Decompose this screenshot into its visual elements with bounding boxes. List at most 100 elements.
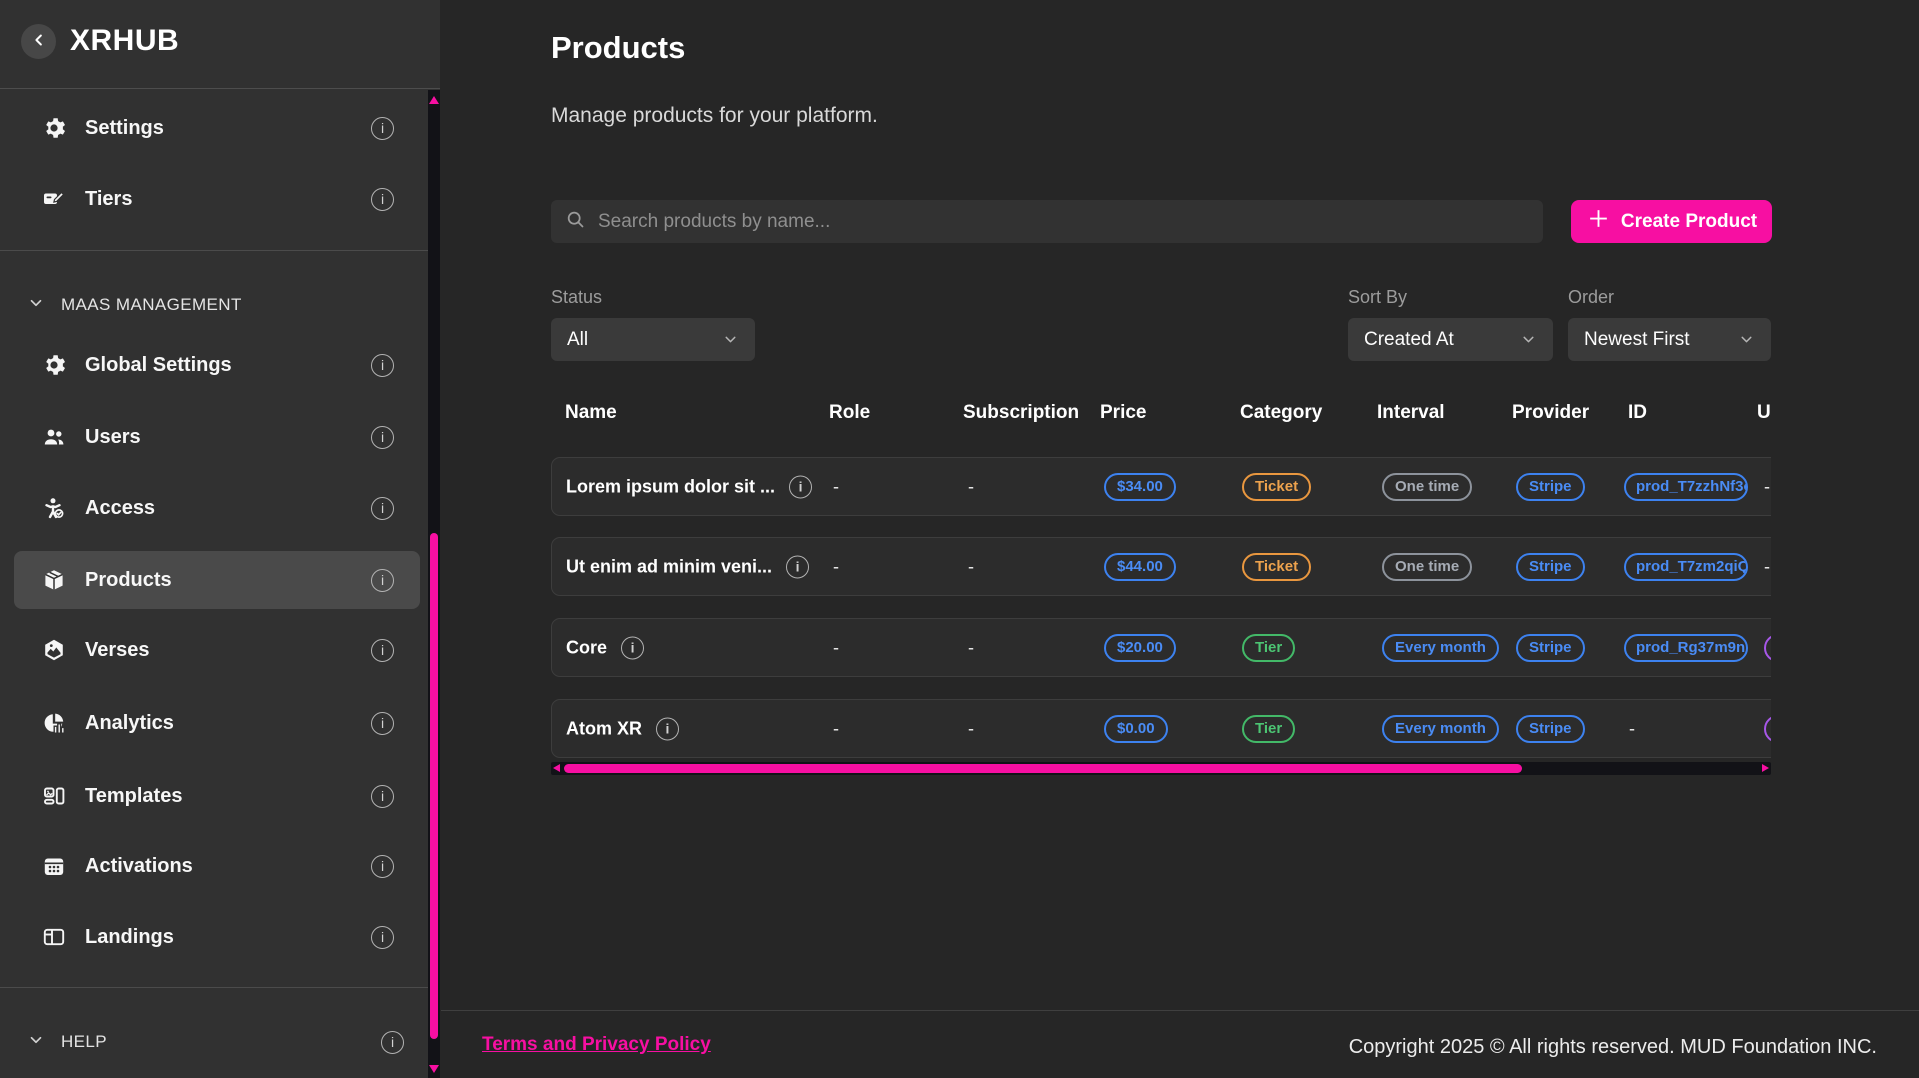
search-icon	[565, 209, 586, 235]
info-icon[interactable]	[371, 188, 394, 211]
product-id-badge: prod_T7zm2qiQ	[1624, 553, 1748, 581]
role-cell: -	[833, 476, 839, 497]
column-header-id: ID	[1628, 402, 1647, 424]
sidebar-item-verses[interactable]: Verses	[14, 621, 420, 679]
product-name-cell: Ut enim ad minim veni...	[566, 555, 809, 578]
pie-chart-icon	[42, 711, 66, 735]
sidebar-item-products[interactable]: Products	[14, 551, 420, 609]
info-icon[interactable]	[381, 1031, 404, 1054]
info-icon[interactable]	[371, 354, 394, 377]
column-header-price: Price	[1100, 402, 1146, 424]
sidebar-item-label: Verses	[85, 639, 150, 662]
sidebar-section-help[interactable]: HELP	[27, 1028, 404, 1056]
scroll-up-arrow-icon[interactable]	[429, 96, 439, 104]
sidebar-item-tiers[interactable]: Tiers	[14, 170, 420, 228]
chevron-left-icon	[30, 31, 48, 52]
column-header-subscription: Subscription	[963, 402, 1079, 424]
category-badge: Tier	[1242, 634, 1295, 662]
status-select[interactable]: All	[551, 318, 755, 361]
info-icon[interactable]	[371, 639, 394, 662]
order-select[interactable]: Newest First	[1568, 318, 1771, 361]
column-header-updated: U	[1757, 402, 1771, 424]
scroll-right-arrow-icon[interactable]	[1762, 764, 1769, 772]
products-table: Name Role Subscription Price Category In…	[551, 396, 1771, 780]
chevron-down-icon	[722, 331, 739, 348]
updated-badge-clipped	[1764, 634, 1771, 662]
product-name: Atom XR	[566, 718, 642, 739]
table-scrollbar-thumb[interactable]	[564, 764, 1522, 773]
sidebar-scrollbar[interactable]	[428, 90, 440, 1078]
info-icon[interactable]	[656, 717, 679, 740]
sidebar-item-activations[interactable]: Activations	[14, 837, 420, 895]
table-horizontal-scrollbar[interactable]	[551, 762, 1771, 775]
chevron-down-icon	[1738, 331, 1755, 348]
sidebar-header: XRHUB	[0, 0, 440, 89]
info-icon[interactable]	[371, 855, 394, 878]
sidebar-item-landings[interactable]: Landings	[14, 908, 420, 966]
sidebar-collapse-button[interactable]	[21, 24, 56, 59]
info-icon[interactable]	[371, 569, 394, 592]
product-name-cell: Atom XR	[566, 717, 679, 740]
scroll-down-arrow-icon[interactable]	[429, 1065, 439, 1073]
product-id-cell: -	[1629, 718, 1635, 739]
section-title: MAAS MANAGEMENT	[61, 295, 242, 315]
provider-badge: Stripe	[1516, 553, 1585, 581]
chevron-down-icon	[27, 294, 45, 317]
updated-badge-clipped	[1764, 715, 1771, 743]
table-row[interactable]: Lorem ipsum dolor sit ... - - $34.00 Tic…	[551, 457, 1771, 516]
scroll-left-arrow-icon[interactable]	[553, 764, 560, 772]
sidebar-item-label: Settings	[85, 117, 164, 140]
person-check-icon	[42, 496, 66, 520]
section-title: HELP	[61, 1032, 107, 1052]
product-name-cell: Core	[566, 636, 644, 659]
order-label: Order	[1568, 287, 1614, 308]
order-value: Newest First	[1584, 329, 1690, 351]
brand-title: XRHUB	[70, 24, 179, 58]
sidebar-item-users[interactable]: Users	[14, 408, 420, 466]
info-icon[interactable]	[371, 785, 394, 808]
calendar-icon	[42, 854, 66, 878]
provider-badge: Stripe	[1516, 715, 1585, 743]
sidebar-section-maas[interactable]: MAAS MANAGEMENT	[27, 291, 420, 319]
sidebar-item-access[interactable]: Access	[14, 479, 420, 537]
sidebar-item-label: Products	[85, 569, 172, 592]
create-product-label: Create Product	[1621, 211, 1757, 233]
sidebar-scrollbar-thumb[interactable]	[430, 533, 438, 1039]
sidebar-item-global-settings[interactable]: Global Settings	[14, 336, 420, 394]
price-badge: $20.00	[1104, 634, 1176, 662]
chevron-down-icon	[1520, 331, 1537, 348]
column-header-provider: Provider	[1512, 402, 1589, 424]
info-icon[interactable]	[371, 712, 394, 735]
info-icon[interactable]	[789, 475, 812, 498]
sidebar-item-settings[interactable]: Settings	[14, 99, 420, 157]
package-icon	[42, 568, 66, 592]
info-icon[interactable]	[786, 555, 809, 578]
sidebar-item-label: Users	[85, 426, 141, 449]
table-row[interactable]: Ut enim ad minim veni... - - $44.00 Tick…	[551, 537, 1771, 596]
terms-privacy-link[interactable]: Terms and Privacy Policy	[482, 1034, 711, 1056]
info-icon[interactable]	[371, 117, 394, 140]
table-row[interactable]: Core - - $20.00 Tier Every month Stripe …	[551, 618, 1771, 677]
page-subtitle: Manage products for your platform.	[551, 104, 878, 128]
info-icon[interactable]	[371, 426, 394, 449]
table-row[interactable]: Atom XR - - $0.00 Tier Every month Strip…	[551, 699, 1771, 758]
sidebar-item-label: Analytics	[85, 712, 174, 735]
search-input[interactable]	[598, 211, 1529, 233]
sidebar-item-templates[interactable]: Templates	[14, 767, 420, 825]
create-product-button[interactable]: Create Product	[1571, 200, 1772, 243]
sort-by-select[interactable]: Created At	[1348, 318, 1553, 361]
sidebar-item-label: Landings	[85, 926, 174, 949]
category-badge: Ticket	[1242, 473, 1311, 501]
info-icon[interactable]	[621, 636, 644, 659]
sidebar-item-label: Tiers	[85, 188, 132, 211]
product-name: Ut enim ad minim veni...	[566, 556, 772, 577]
info-icon[interactable]	[371, 926, 394, 949]
sidebar: XRHUB Settings Tiers MAAS MANAGEMENT	[0, 0, 440, 1078]
column-header-interval: Interval	[1377, 402, 1445, 424]
info-icon[interactable]	[371, 497, 394, 520]
plus-icon	[1586, 206, 1611, 237]
sidebar-item-analytics[interactable]: Analytics	[14, 694, 420, 752]
subscription-cell: -	[968, 637, 974, 658]
product-name: Core	[566, 637, 607, 658]
role-cell: -	[833, 556, 839, 577]
